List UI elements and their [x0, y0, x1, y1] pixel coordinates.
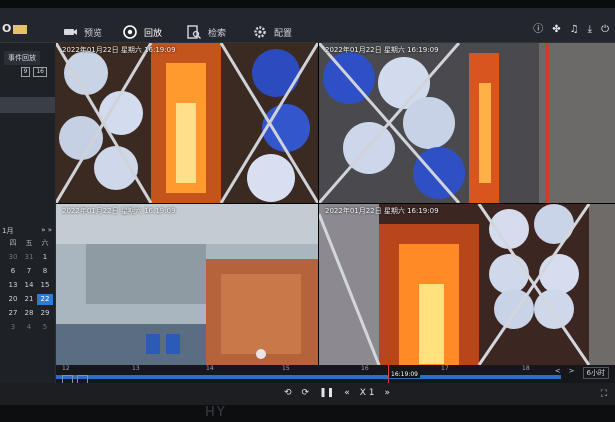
timeline-cursor-time: 16:19:09: [389, 371, 420, 378]
calendar-day[interactable]: 29: [37, 308, 53, 319]
calendar-next-button[interactable]: » »: [41, 226, 52, 236]
timeline-tick: 12: [62, 365, 70, 372]
nav-config-label: 配置: [274, 28, 293, 39]
reverse-icon[interactable]: ⟲: [284, 388, 292, 398]
layout-9-button[interactable]: 9: [20, 67, 31, 77]
search-file-icon: [187, 25, 201, 39]
camera-4-timestamp: 2022年01月22日 星期六 16:19:09: [325, 207, 439, 215]
speed-label: X 1: [359, 388, 375, 398]
info-icon[interactable]: ⓘ: [533, 24, 543, 36]
calendar-day[interactable]: 30: [5, 252, 21, 263]
timeline-right-controls: < > 6小时: [555, 367, 609, 379]
timeline-tick: 15: [282, 365, 290, 372]
channel-list-selected-row[interactable]: [0, 97, 55, 113]
bell-icon[interactable]: ♫: [570, 24, 579, 36]
calendar-day[interactable]: 14: [21, 280, 37, 291]
calendar-day[interactable]: 4: [21, 322, 37, 333]
camera-tile-1[interactable]: 2022年01月22日 星期六 16:19:09: [56, 43, 318, 203]
timeline-tick: 17: [441, 365, 449, 372]
recording-segment-bar: [56, 375, 561, 379]
camera-3-video-frame: [56, 204, 318, 365]
nav-search-label: 检索: [208, 28, 227, 39]
timeline-ticks: 12 13 14 15 16 17 18: [56, 365, 615, 375]
camera-tile-3[interactable]: 2022年01月22日 星期六 16:19:09: [56, 204, 318, 365]
camera-1-timestamp: 2022年01月22日 星期六 16:19:09: [62, 46, 176, 54]
nav-playback-label: 回放: [144, 28, 163, 39]
calendar-day[interactable]: 8: [37, 266, 53, 277]
timeline-tick: 18: [522, 365, 530, 372]
camera-grid: 2022年01月22日 星期六 16:19:09 2022年01月22日 星期六…: [56, 43, 615, 365]
top-right-icons: ⓘ ✤ ♫ ⤓ ⏻: [533, 24, 609, 36]
calendar-day[interactable]: 1: [37, 252, 53, 263]
camera-1-video-frame: [56, 43, 318, 203]
camera-icon: [64, 29, 77, 35]
event-playback-tab[interactable]: 事件回放: [4, 51, 40, 65]
calendar-day[interactable]: 3: [5, 322, 21, 333]
monitor-brand: HY: [205, 405, 227, 420]
calendar-day[interactable]: 13: [5, 280, 21, 291]
playback-icon: [123, 25, 137, 39]
fast-forward-icon[interactable]: »: [384, 388, 390, 398]
camera-4-video-frame: [319, 204, 615, 365]
calendar-day[interactable]: 21: [21, 294, 37, 305]
download-icon[interactable]: ⤓: [588, 24, 592, 36]
weekday-header: 四: [9, 239, 17, 247]
camera-tile-4[interactable]: 2022年01月22日 星期六 16:19:09: [319, 204, 615, 365]
camera-3-timestamp: 2022年01月22日 星期六 16:19:09: [62, 207, 176, 215]
timeline-next-button[interactable]: >: [569, 367, 575, 379]
timeline-tick: 14: [206, 365, 214, 372]
fullscreen-icon[interactable]: ⛶: [601, 389, 607, 399]
camera-2-video-frame: [319, 43, 615, 203]
timeline-tick: 13: [132, 365, 140, 372]
playback-timeline[interactable]: 12 13 14 15 16 17 18 16:19:09 < > 6小时: [56, 365, 615, 383]
monitor-bezel-bottom: [0, 405, 615, 422]
timeline-span-dropdown[interactable]: 6小时: [582, 367, 609, 379]
playback-controls: ⟲ ⟳ ❚❚ « X 1 »: [284, 388, 390, 398]
slow-down-icon[interactable]: «: [344, 388, 350, 398]
calendar-day[interactable]: 5: [37, 322, 53, 333]
calendar-month: 1月: [2, 227, 14, 235]
timeline-tick: 16: [361, 365, 369, 372]
calendar-day[interactable]: 27: [5, 308, 21, 319]
calendar-grid: 四 五 六 30 31 1 6 7 8 13 14 15 20 21 22 27 28 29 3 4 5: [5, 238, 53, 333]
camera-tile-2[interactable]: 2022年01月22日 星期六 16:19:09: [319, 43, 615, 203]
calendar-day[interactable]: 22: [37, 294, 53, 305]
calendar-day[interactable]: 28: [21, 308, 37, 319]
weekday-header: 五: [25, 239, 33, 247]
calendar-header: 1月 » »: [2, 226, 52, 236]
playback-control-bar: ⟲ ⟳ ❚❚ « X 1 » ⛶: [0, 383, 615, 405]
top-navigation-bar: O 预览 回放 检索 配置 ⓘ ✤ ♫ ⤓ ⏻: [0, 8, 615, 43]
pause-icon[interactable]: ❚❚: [319, 388, 334, 398]
app-logo: O: [2, 22, 28, 35]
camera-2-timestamp: 2022年01月22日 星期六 16:19:09: [325, 46, 439, 54]
gear-icon: [254, 26, 266, 38]
calendar-day[interactable]: 6: [5, 266, 21, 277]
weekday-header: 六: [41, 239, 49, 247]
calendar-day[interactable]: 20: [5, 294, 21, 305]
calendar-day[interactable]: 7: [21, 266, 37, 277]
fan-icon[interactable]: ✤: [552, 24, 560, 36]
power-icon[interactable]: ⏻: [601, 24, 609, 36]
timeline-prev-button[interactable]: <: [555, 367, 561, 379]
monitor-bezel-top: [0, 0, 615, 8]
calendar-day[interactable]: 31: [21, 252, 37, 263]
layout-16-button[interactable]: 16: [33, 67, 47, 77]
layout-chip-row: 9 16: [0, 67, 55, 81]
refresh-icon[interactable]: ⟳: [302, 388, 310, 398]
calendar-day[interactable]: 15: [37, 280, 53, 291]
nav-preview-label: 预览: [84, 28, 103, 39]
